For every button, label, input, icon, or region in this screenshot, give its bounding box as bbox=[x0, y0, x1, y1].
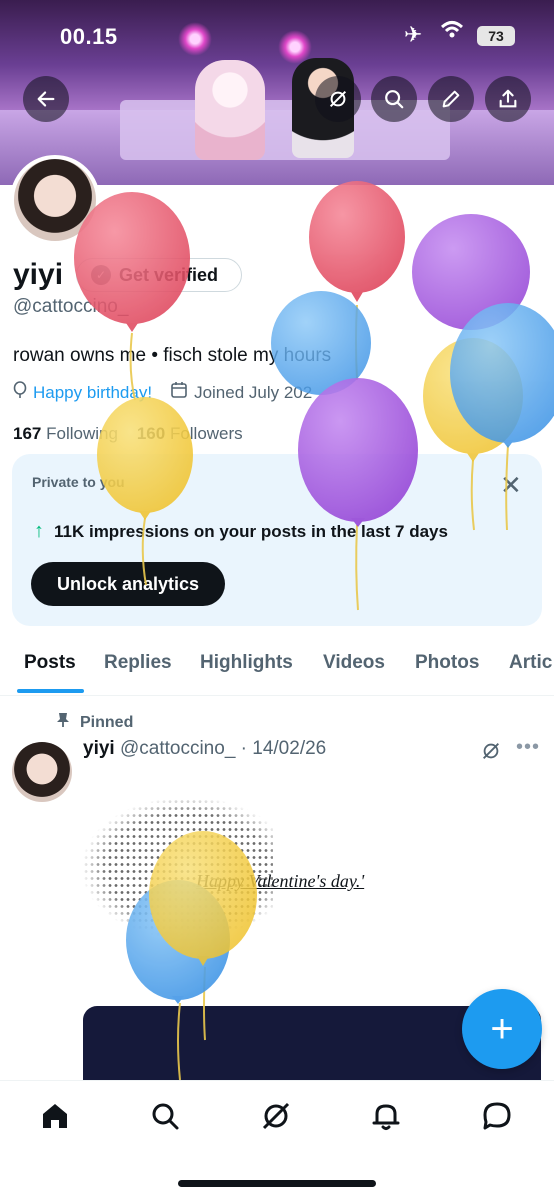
verified-check-icon: ✓ bbox=[91, 265, 111, 285]
tab-highlights[interactable]: Highlights bbox=[200, 652, 293, 674]
wifi-icon bbox=[440, 20, 464, 46]
profile-handle: @cattoccino_ bbox=[13, 296, 129, 317]
tab-videos[interactable]: Videos bbox=[323, 652, 385, 674]
get-verified-label: Get verified bbox=[119, 264, 219, 285]
post-text: Happy Valentine's day.' bbox=[196, 871, 365, 891]
grok-icon[interactable] bbox=[480, 740, 502, 762]
plus-icon: + bbox=[490, 1006, 514, 1051]
balloon-icon bbox=[13, 381, 27, 404]
post-author[interactable]: yiyi bbox=[83, 738, 115, 759]
grok-button[interactable] bbox=[315, 76, 361, 122]
arrow-up-icon: ↑ bbox=[34, 520, 44, 542]
airplane-icon: ✈ bbox=[404, 22, 423, 47]
messages-icon[interactable] bbox=[480, 1099, 514, 1133]
post-header: yiyi @cattoccino_ · 14/02/26 bbox=[83, 738, 326, 760]
edit-icon bbox=[442, 90, 460, 108]
more-icon[interactable]: ••• bbox=[516, 736, 540, 759]
profile-bio: rowan owns me • fisch stole my hours bbox=[13, 345, 332, 366]
profile-avatar[interactable] bbox=[10, 155, 100, 245]
balloon bbox=[423, 338, 523, 462]
follow-stats: 167 Following 160 Followers bbox=[13, 424, 243, 444]
post-avatar[interactable] bbox=[12, 742, 72, 802]
search-icon bbox=[385, 90, 404, 109]
balloon bbox=[309, 181, 405, 302]
post-handle-date: @cattoccino_ · 14/02/26 bbox=[119, 738, 327, 759]
tab-replies[interactable]: Replies bbox=[104, 652, 172, 674]
status-time: 00.15 bbox=[60, 24, 118, 49]
status-bar: 00.15 ✈ 73 bbox=[0, 0, 554, 70]
impressions-text: 11K impressions on your posts in the las… bbox=[54, 521, 448, 541]
ascii-art-image bbox=[83, 798, 273, 938]
grok-icon bbox=[329, 90, 347, 108]
get-verified-button[interactable]: ✓ Get verified bbox=[76, 258, 242, 292]
share-icon bbox=[499, 89, 517, 108]
tab-posts[interactable]: Posts bbox=[24, 652, 76, 674]
calendar-icon bbox=[170, 381, 188, 404]
balloon bbox=[412, 214, 530, 330]
compose-button[interactable]: + bbox=[462, 989, 542, 1069]
grok-icon[interactable] bbox=[259, 1099, 293, 1133]
edit-button[interactable] bbox=[428, 76, 474, 122]
following-link[interactable]: 167 Following bbox=[13, 424, 118, 443]
profile-tabs: Posts Replies Highlights Videos Photos A… bbox=[0, 640, 554, 696]
banner-character bbox=[195, 60, 265, 160]
tab-photos[interactable]: Photos bbox=[415, 652, 479, 674]
tab-articles[interactable]: Artic bbox=[509, 652, 552, 674]
share-button[interactable] bbox=[485, 76, 531, 122]
pinned-label: Pinned bbox=[80, 713, 134, 731]
home-indicator[interactable] bbox=[178, 1180, 376, 1187]
followers-link[interactable]: 160 Followers bbox=[137, 424, 243, 443]
back-icon bbox=[37, 91, 55, 107]
active-tab-indicator bbox=[17, 689, 84, 693]
back-button[interactable] bbox=[23, 76, 69, 122]
notifications-icon[interactable] bbox=[369, 1099, 403, 1133]
profile-meta: Happy birthday! Joined July 202 bbox=[13, 381, 312, 404]
birthday-link[interactable]: Happy birthday! bbox=[33, 383, 152, 403]
search-button[interactable] bbox=[371, 76, 417, 122]
private-label: Private to you bbox=[32, 474, 125, 490]
battery-indicator: 73 bbox=[477, 26, 515, 46]
profile-name: yiyi bbox=[13, 258, 64, 291]
analytics-card: Private to you ✕ ↑ 11K impressions on yo… bbox=[12, 454, 542, 626]
close-icon[interactable]: ✕ bbox=[500, 470, 522, 501]
impressions-row: ↑ 11K impressions on your posts in the l… bbox=[34, 520, 448, 543]
joined-date: Joined July 202 bbox=[194, 382, 313, 402]
balloon bbox=[450, 303, 554, 448]
pinned-indicator: Pinned bbox=[56, 712, 133, 733]
home-icon[interactable] bbox=[38, 1099, 72, 1133]
search-icon[interactable] bbox=[148, 1099, 182, 1133]
unlock-analytics-button[interactable]: Unlock analytics bbox=[31, 562, 225, 606]
balloon bbox=[271, 291, 371, 395]
pin-icon bbox=[56, 712, 70, 733]
